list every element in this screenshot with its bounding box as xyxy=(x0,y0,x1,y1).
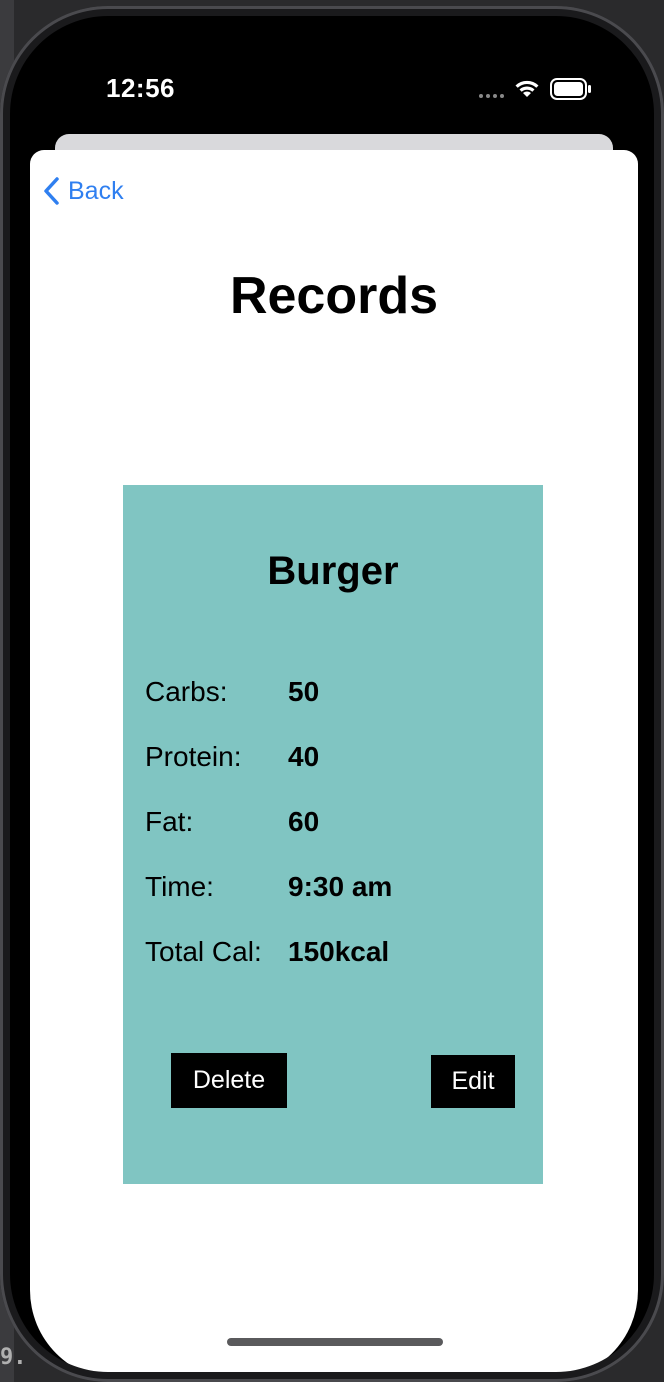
record-row-total-cal: Total Cal: 150kcal xyxy=(145,932,389,972)
battery-icon xyxy=(550,78,592,100)
row-value: 40 xyxy=(288,741,320,772)
row-value: 9:30 am xyxy=(288,871,393,902)
delete-button[interactable]: Delete xyxy=(171,1053,287,1108)
row-label: Total Cal: xyxy=(145,936,262,967)
status-time: 12:56 xyxy=(106,73,175,103)
row-value: 150kcal xyxy=(288,936,390,967)
signal-dots-icon xyxy=(479,80,504,98)
record-row-protein: Protein: 40 xyxy=(145,737,319,777)
status-icons xyxy=(479,78,592,100)
row-value: 50 xyxy=(288,676,320,707)
desktop-text-fragment: 9. xyxy=(0,1345,27,1370)
back-label: Back xyxy=(68,176,124,205)
phone-screen: 12:56 Back Records Burger Carbs: 50 Prot… xyxy=(10,16,654,1372)
row-value: 60 xyxy=(288,806,320,837)
row-label: Carbs: xyxy=(145,676,228,707)
row-label: Protein: xyxy=(145,741,242,772)
record-row-fat: Fat: 60 xyxy=(145,802,319,842)
record-row-carbs: Carbs: 50 xyxy=(145,672,319,712)
row-label: Fat: xyxy=(145,806,194,837)
back-button[interactable]: Back xyxy=(42,176,124,206)
wifi-icon xyxy=(514,79,540,99)
edit-button[interactable]: Edit xyxy=(431,1055,515,1108)
row-label: Time: xyxy=(145,871,214,902)
record-row-time: Time: 9:30 am xyxy=(145,867,392,907)
chevron-left-icon xyxy=(42,176,60,206)
record-card: Burger Carbs: 50 Protein: 40 Fat: 60 Tim… xyxy=(123,485,543,1184)
record-name: Burger xyxy=(267,549,399,593)
records-sheet: Back Records Burger Carbs: 50 Protein: 4… xyxy=(30,150,638,1372)
phone-frame: 12:56 Back Records Burger Carbs: 50 Prot… xyxy=(0,6,664,1382)
page-title: Records xyxy=(229,267,439,325)
home-indicator[interactable] xyxy=(227,1338,443,1346)
